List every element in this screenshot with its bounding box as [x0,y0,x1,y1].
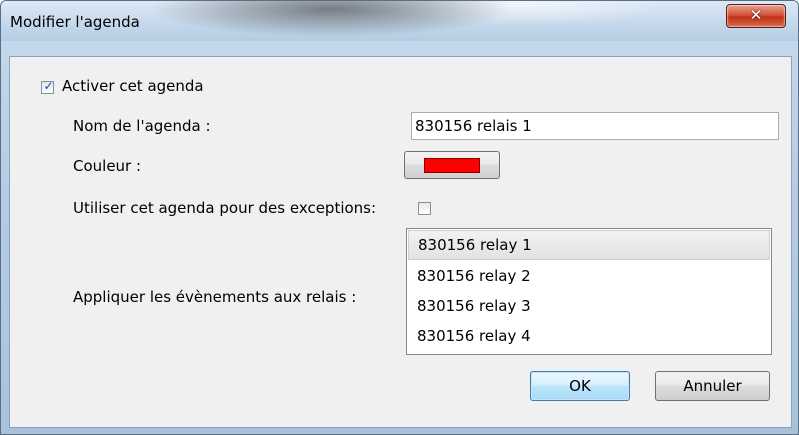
enable-agenda-checkbox[interactable]: ✓ [41,79,54,94]
relays-listbox[interactable]: 830156 relay 1 830156 relay 2 830156 rel… [406,228,772,355]
cancel-button[interactable]: Annuler [655,371,770,401]
window-title: Modifier l'agenda [10,13,140,31]
relays-label: Appliquer les évènements aux relais : [73,288,357,306]
close-button[interactable]: ✕ [726,4,786,28]
agenda-name-input[interactable]: 830156 relais 1 [411,112,779,140]
ok-button[interactable]: OK [530,371,630,401]
dialog-window: Modifier l'agenda ✕ ✓ Activer cet agenda… [0,0,799,435]
dialog-content: ✓ Activer cet agenda Nom de l'agenda : 8… [9,56,792,428]
list-item[interactable]: 830156 relay 3 [408,291,770,321]
exceptions-label: Utiliser cet agenda pour des exceptions: [73,199,377,217]
agenda-name-label: Nom de l'agenda : [73,117,211,135]
enable-agenda-label: Activer cet agenda [62,77,204,95]
color-label: Couleur : [73,157,142,175]
color-swatch [424,158,480,173]
title-bar[interactable]: Modifier l'agenda ✕ [1,1,798,41]
list-item[interactable]: 830156 relay 2 [408,261,770,291]
checkmark-icon: ✓ [43,79,54,93]
list-item[interactable]: 830156 relay 1 [408,230,770,260]
exceptions-checkbox[interactable] [418,202,431,215]
color-picker-button[interactable] [404,151,500,179]
close-icon: ✕ [749,6,763,24]
list-item[interactable]: 830156 relay 4 [408,321,770,351]
